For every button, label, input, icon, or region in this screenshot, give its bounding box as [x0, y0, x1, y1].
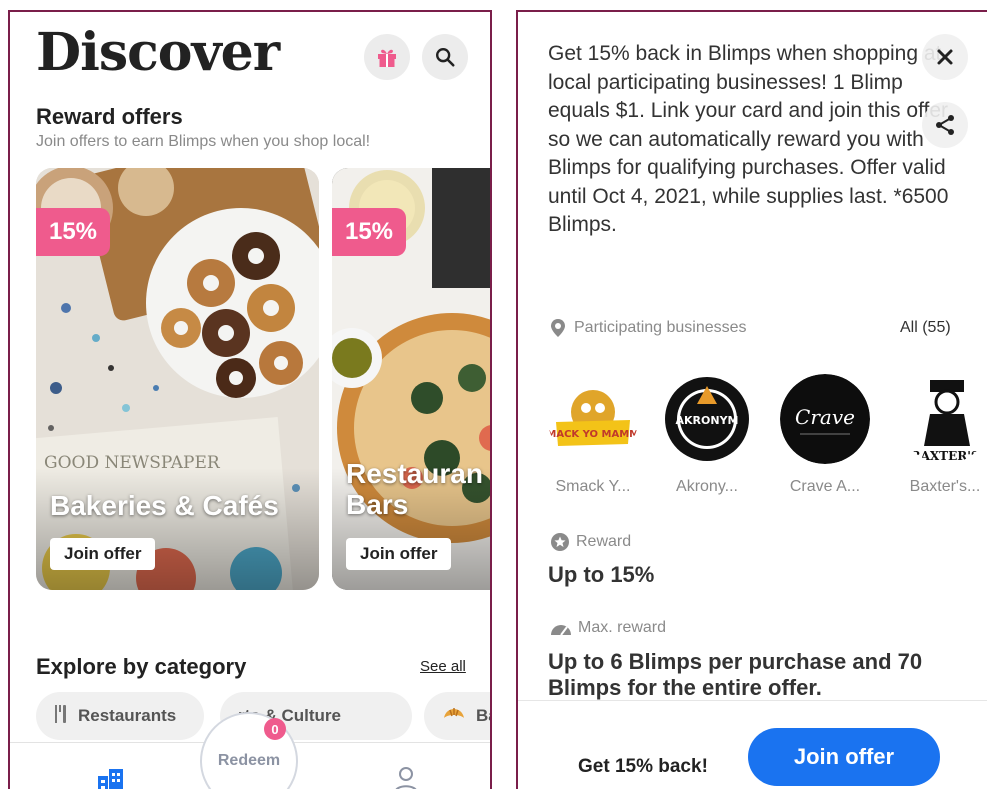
- business-logo-text: Crave: [795, 405, 855, 429]
- location-pin-icon: [551, 319, 565, 337]
- participating-label-text: Participating businesses: [574, 319, 747, 336]
- business-logo-text: BAXTER'S: [910, 449, 979, 463]
- business-item[interactable]: SMACK YO MAMMA Smack Y...: [541, 374, 645, 496]
- search-icon: [436, 48, 455, 67]
- share-button[interactable]: [922, 102, 968, 148]
- search-button[interactable]: [422, 34, 468, 80]
- business-logo: Crave: [780, 374, 870, 464]
- all-businesses-link[interactable]: All (55): [900, 319, 951, 337]
- max-reward-value: Up to 6 Blimps per purchase and 70 Blimp…: [548, 649, 923, 700]
- discover-screen: Discover Reward offers Join offers to ea…: [8, 10, 492, 789]
- reward-label: Reward: [550, 532, 631, 552]
- redeem-label: Redeem: [217, 752, 281, 769]
- business-item[interactable]: AKRONYM Akrony...: [655, 374, 759, 496]
- fork-knife-icon: [54, 704, 68, 729]
- discount-badge: 15%: [332, 208, 406, 256]
- business-logo: AKRONYM: [662, 374, 752, 464]
- join-offer-button[interactable]: Join offer: [346, 538, 452, 570]
- participating-businesses-label: Participating businesses: [550, 318, 747, 338]
- chip-label: Ba: [476, 706, 490, 725]
- max-reward-label: Max. reward: [550, 619, 666, 637]
- chip-label: Restaurants: [78, 706, 177, 725]
- card-title-line1: Restauran: [346, 458, 483, 489]
- card-title: Restauran Bars: [346, 458, 483, 520]
- business-logo-text: SMACK YO MAMMA: [548, 429, 638, 440]
- redeem-count-badge: 0: [264, 718, 286, 740]
- page-title: Discover: [36, 22, 280, 83]
- croissant-icon: [442, 704, 466, 729]
- reward-value: Up to 15%: [548, 562, 655, 587]
- explore-title: Explore by category: [36, 654, 247, 679]
- close-button[interactable]: [922, 34, 968, 80]
- share-icon: [936, 115, 954, 135]
- join-offer-primary-button[interactable]: Join offer: [748, 728, 940, 786]
- business-item[interactable]: BAXTER'S Baxter's...: [893, 374, 987, 496]
- card-title: Bakeries & Cafés: [50, 490, 279, 521]
- reward-offers-title: Reward offers: [36, 104, 183, 129]
- card-title-line2: Bars: [346, 489, 409, 520]
- gauge-icon: [551, 625, 571, 636]
- business-item[interactable]: Crave Crave A...: [773, 374, 877, 496]
- nav-profile-button[interactable]: [393, 766, 419, 789]
- business-logo: SMACK YO MAMMA: [548, 374, 638, 464]
- gift-icon: [378, 49, 396, 67]
- offer-card-bakeries[interactable]: GOOD NEWSPAPER 15% Bakeries & Cafés Join…: [36, 168, 319, 590]
- close-icon: [937, 49, 953, 65]
- profile-icon: [395, 767, 417, 789]
- category-chip-bakeries[interactable]: Ba: [424, 692, 490, 740]
- business-name: Akrony...: [676, 478, 738, 495]
- business-name: Smack Y...: [555, 478, 631, 495]
- discount-badge: 15%: [36, 208, 110, 256]
- buildings-icon: [98, 769, 123, 789]
- reward-offers-subtitle: Join offers to earn Blimps when you shop…: [36, 133, 371, 150]
- offer-card-restaurants[interactable]: 15% Restauran Bars Join offer: [332, 168, 490, 590]
- max-reward-label-text: Max. reward: [578, 619, 667, 636]
- see-all-link[interactable]: See all: [420, 658, 466, 675]
- star-badge-icon: [551, 533, 569, 551]
- business-logo: BAXTER'S: [900, 374, 987, 464]
- business-logo-text: AKRONYM: [676, 414, 739, 427]
- category-chip-restaurants[interactable]: Restaurants: [36, 692, 204, 740]
- business-name: Crave A...: [789, 478, 861, 495]
- join-offer-button[interactable]: Join offer: [50, 538, 156, 570]
- offer-detail-screen: Get 15% back in Blimps when shopping at …: [516, 10, 987, 789]
- business-name: Baxter's...: [909, 478, 981, 495]
- offer-description: Get 15% back in Blimps when shopping at …: [548, 42, 949, 236]
- gift-button[interactable]: [364, 34, 410, 80]
- footer-cashback-text: Get 15% back!: [578, 756, 708, 777]
- reward-label-text: Reward: [576, 533, 632, 550]
- nav-home-button[interactable]: [96, 766, 126, 789]
